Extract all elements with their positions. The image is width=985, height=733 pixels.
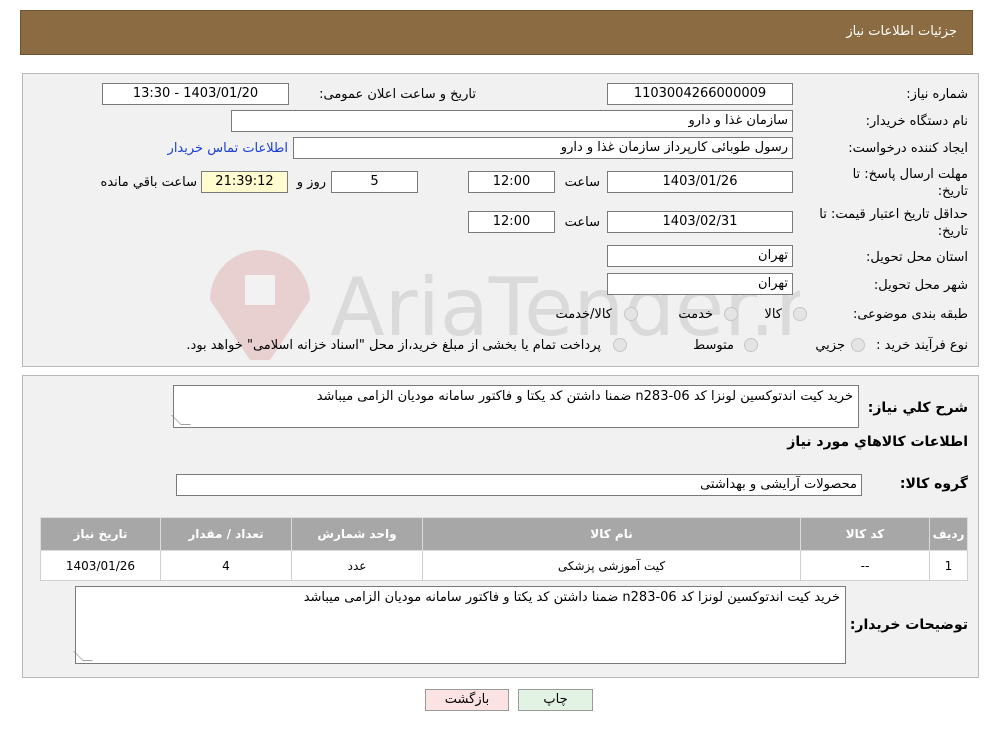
table-row: 1 -- کیت آموزشی پزشکی عدد 4 1403/01/26 bbox=[40, 550, 968, 581]
cell-unit: عدد bbox=[291, 550, 423, 581]
goods-table: رديف کد کالا نام کالا واحد شمارش تعداد /… bbox=[40, 517, 968, 581]
process-treasury-note: پرداخت تمام یا بخشی از مبلغ خرید،از محل … bbox=[186, 338, 601, 353]
announce-datetime-field: 1403/01/20 - 13:30 bbox=[102, 83, 289, 105]
category-radio-goods-service[interactable] bbox=[624, 307, 638, 321]
buyer-contact-link[interactable]: اطلاعات تماس خریدار bbox=[168, 141, 288, 156]
reply-deadline-label: مهلت ارسال پاسخ: تا تاریخ: bbox=[852, 167, 968, 199]
need-number-label: شماره نیاز: bbox=[906, 87, 968, 102]
goods-group-label: گروه کالا: bbox=[899, 476, 968, 492]
category-label: طبقه بندی موضوعی: bbox=[852, 307, 968, 322]
price-validity-label: حداقل تاریخ اعتبار قیمت: تا تاریخ: bbox=[819, 207, 968, 239]
price-time-word: ساعت bbox=[564, 215, 600, 230]
reply-date-field: 1403/01/26 bbox=[607, 171, 793, 193]
goods-table-header-row: رديف کد کالا نام کالا واحد شمارش تعداد /… bbox=[40, 517, 968, 551]
col-date-header: تاریخ نیاز bbox=[40, 517, 161, 551]
resize-grip-icon[interactable] bbox=[73, 651, 93, 661]
remaining-time-field: 21:39:12 bbox=[201, 171, 288, 193]
col-name-header: نام کالا bbox=[422, 517, 801, 551]
need-number-field: 1103004266000009 bbox=[607, 83, 793, 105]
process-radio-minor[interactable] bbox=[851, 338, 865, 352]
buyer-org-field: سازمان غذا و دارو bbox=[231, 110, 793, 132]
remaining-word: ساعت باقي مانده bbox=[100, 175, 197, 190]
buyer-notes-text: خرید کیت اندتوکسین لونزا کد n283-06 ضمنا… bbox=[303, 590, 840, 605]
reply-time-word: ساعت bbox=[564, 175, 600, 190]
back-button[interactable]: بازگشت bbox=[425, 689, 509, 711]
process-option-medium: متوسط bbox=[693, 338, 734, 353]
creator-field: رسول طوبائی کارپرداز سازمان غذا و دارو bbox=[293, 137, 793, 159]
category-option-goods: کالا bbox=[764, 307, 782, 322]
description-textarea[interactable]: خرید کیت اندتوکسین لونزا کد n283-06 ضمنا… bbox=[171, 385, 859, 428]
process-option-minor: جزیي bbox=[815, 338, 845, 353]
description-text: خرید کیت اندتوکسین لونزا کد n283-06 ضمنا… bbox=[316, 389, 853, 404]
process-label: نوع فرآیند خرید : bbox=[876, 338, 968, 353]
city-field: تهران bbox=[607, 273, 793, 295]
province-field: تهران bbox=[607, 245, 793, 267]
col-row-header: رديف bbox=[929, 517, 968, 551]
cell-date: 1403/01/26 bbox=[40, 550, 161, 581]
print-button[interactable]: چاپ bbox=[518, 689, 593, 711]
city-label: شهر محل تحویل: bbox=[873, 278, 968, 293]
category-option-goods-service: کالا/خدمت bbox=[555, 307, 612, 322]
category-radio-goods[interactable] bbox=[793, 307, 807, 321]
creator-label: ایجاد کننده درخواست: bbox=[848, 141, 968, 156]
price-validity-date-field: 1403/02/31 bbox=[607, 211, 793, 233]
buyer-org-label: نام دستگاه خریدار: bbox=[865, 114, 968, 129]
cell-name: کیت آموزشی پزشکی bbox=[422, 550, 801, 581]
col-unit-header: واحد شمارش bbox=[291, 517, 423, 551]
resize-grip-icon[interactable] bbox=[171, 415, 191, 425]
goods-group-field: محصولات آرایشی و بهداشتی bbox=[176, 474, 862, 496]
cell-qty: 4 bbox=[160, 550, 292, 581]
process-radio-medium[interactable] bbox=[744, 338, 758, 352]
announce-label: تاریخ و ساعت اعلان عمومی: bbox=[319, 87, 476, 102]
cell-row: 1 bbox=[929, 550, 968, 581]
category-option-service: خدمت bbox=[678, 307, 713, 322]
reply-time-field: 12:00 bbox=[468, 171, 555, 193]
process-radio-treasury[interactable] bbox=[613, 338, 627, 352]
price-validity-time-field: 12:00 bbox=[468, 211, 555, 233]
cell-code: -- bbox=[800, 550, 930, 581]
page-title: جزئیات اطلاعات نیاز bbox=[846, 24, 957, 39]
province-label: استان محل تحویل: bbox=[866, 250, 968, 265]
days-word: روز و bbox=[296, 175, 326, 190]
col-code-header: کد کالا bbox=[800, 517, 930, 551]
page-header: جزئیات اطلاعات نیاز bbox=[20, 10, 973, 55]
col-qty-header: تعداد / مقدار bbox=[160, 517, 292, 551]
description-label: شرح کلي نياز: bbox=[867, 400, 968, 416]
category-radio-service[interactable] bbox=[724, 307, 738, 321]
days-remaining-field: 5 bbox=[331, 171, 418, 193]
buyer-notes-label: توضيحات خريدار: bbox=[849, 617, 968, 633]
goods-info-title: اطلاعات کالاهاي مورد نياز bbox=[787, 434, 968, 450]
buyer-notes-textarea[interactable]: خرید کیت اندتوکسین لونزا کد n283-06 ضمنا… bbox=[73, 586, 846, 664]
